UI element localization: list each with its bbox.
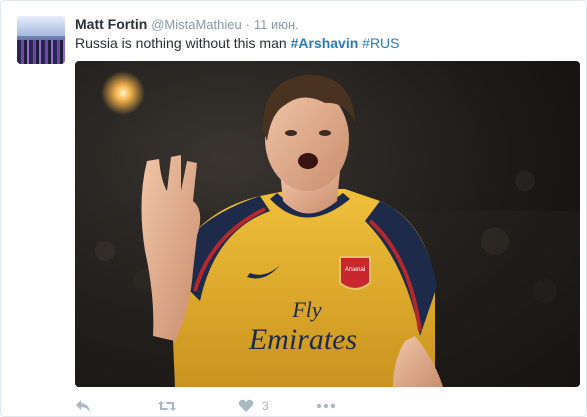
- author-handle[interactable]: @MistaMathieu: [151, 17, 242, 32]
- sponsor-line1: Fly: [291, 297, 322, 322]
- badge-text: Arsenal: [345, 267, 365, 273]
- sponsor-line2: Emirates: [248, 323, 357, 356]
- more-button[interactable]: [316, 397, 336, 415]
- tweet-photo[interactable]: Arsenal Fly Emirates: [75, 61, 580, 387]
- hashtag-rus[interactable]: #RUS: [362, 35, 399, 51]
- club-badge: Arsenal: [339, 256, 371, 290]
- heart-icon: [238, 399, 254, 412]
- hashtag-arshavin[interactable]: #Arshavin: [291, 35, 359, 51]
- tweet-actions: 3: [75, 397, 375, 417]
- open-mouth: [298, 153, 318, 169]
- header-separator: ·: [245, 17, 250, 32]
- reply-button[interactable]: [75, 397, 91, 415]
- retweet-button[interactable]: [157, 397, 177, 415]
- stadium-light: [101, 71, 145, 115]
- tweet-header: Matt Fortin @MistaMathieu · 11 июн.: [75, 15, 299, 34]
- tweet-timestamp[interactable]: 11 июн.: [254, 17, 299, 32]
- avatar-crowd: [17, 40, 65, 64]
- avatar[interactable]: [17, 16, 65, 64]
- more-icon: [316, 403, 336, 409]
- avatar-sky: [17, 16, 65, 36]
- tweet-text: Russia is nothing without this man #Arsh…: [75, 34, 400, 52]
- tweet-text-body: Russia is nothing without this man: [75, 35, 291, 51]
- author-name[interactable]: Matt Fortin: [75, 16, 147, 32]
- tweet-card: Matt Fortin @MistaMathieu · 11 июн. Russ…: [0, 0, 587, 417]
- reply-icon: [76, 400, 90, 412]
- like-count: 3: [262, 399, 269, 413]
- like-button[interactable]: 3: [238, 397, 269, 415]
- retweet-icon: [158, 401, 176, 411]
- photo-illustration: Arsenal Fly Emirates: [75, 71, 580, 387]
- hashtag-arshavin-label: #Arshavin: [290, 35, 359, 51]
